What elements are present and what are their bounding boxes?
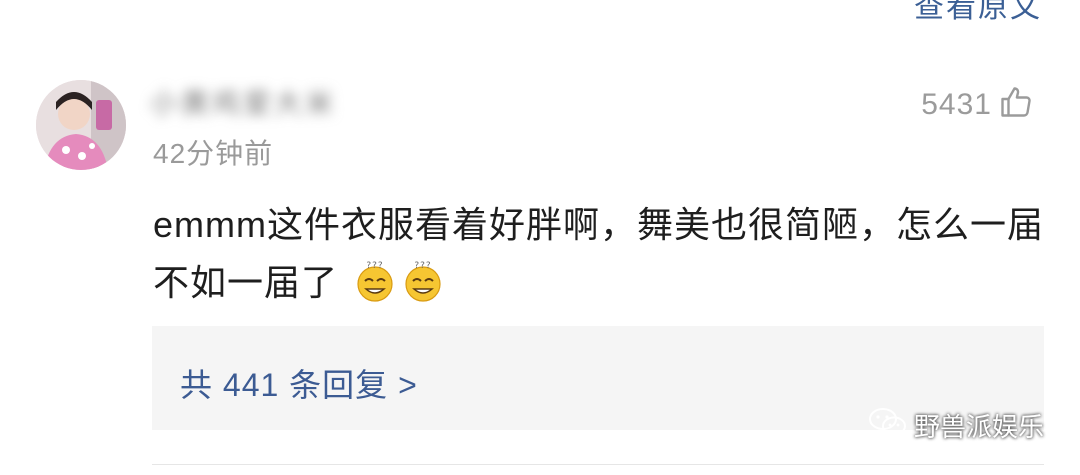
avatar[interactable] (36, 80, 126, 170)
watermark: 野兽派娱乐 (868, 406, 1044, 445)
comment-text: emmm这件衣服看着好胖啊，舞美也很简陋，怎么一届不如一届了 (153, 204, 1044, 303)
like-button[interactable]: 5431 (921, 84, 1034, 125)
confused-face-emoji: ??? (401, 259, 445, 320)
username[interactable]: 小黄鸡爱大米 (150, 80, 360, 124)
confused-face-emoji: ??? (353, 259, 397, 320)
thumbs-up-icon (998, 84, 1034, 125)
comment-body: emmm这件衣服看着好胖啊，舞美也很简陋，怎么一届不如一届了 ??? ??? (153, 196, 1053, 320)
divider (152, 464, 1044, 465)
view-more-link[interactable]: 查看原文 (914, 0, 1042, 26)
svg-text:???: ??? (366, 261, 383, 271)
comment-timestamp: 42分钟前 (153, 138, 274, 169)
wechat-icon (868, 406, 908, 445)
like-count: 5431 (921, 87, 992, 121)
view-replies-link[interactable]: 共 441 条回复 > (180, 360, 418, 406)
svg-text:???: ??? (414, 261, 431, 271)
watermark-label: 野兽派娱乐 (913, 412, 1044, 442)
